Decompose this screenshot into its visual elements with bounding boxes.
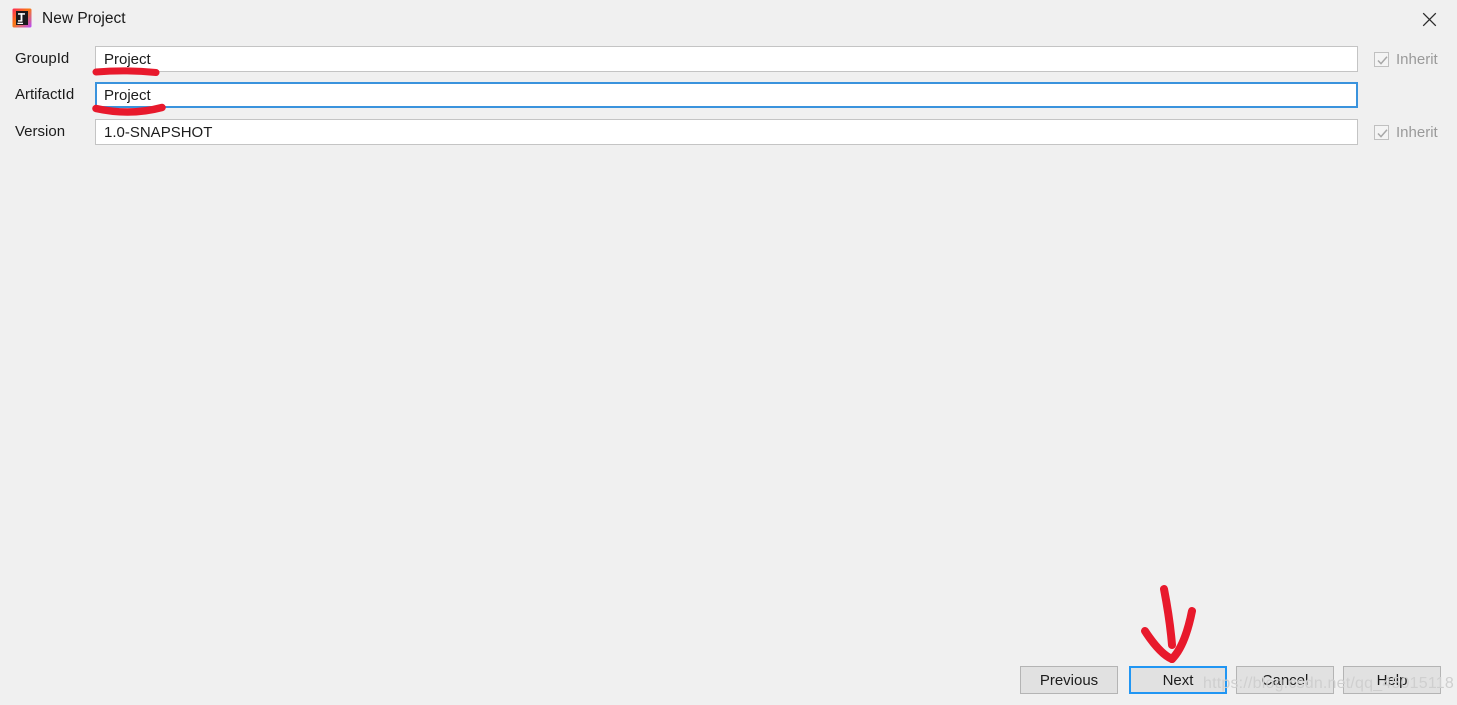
next-button[interactable]: Next	[1129, 666, 1227, 694]
title-bar: New Project	[0, 0, 1457, 38]
window-title: New Project	[42, 10, 126, 27]
version-inherit-checkbox[interactable]: Inherit	[1374, 119, 1438, 145]
artifactid-input[interactable]	[95, 82, 1358, 108]
artifactid-underline	[92, 103, 166, 116]
checkbox-checked-icon	[1374, 51, 1389, 67]
groupid-inherit-checkbox[interactable]: Inherit	[1374, 46, 1438, 72]
next-button-arrow	[1141, 585, 1196, 663]
cancel-button[interactable]: Cancel	[1236, 666, 1334, 694]
previous-button[interactable]: Previous	[1020, 666, 1118, 694]
help-button[interactable]: Help	[1343, 666, 1441, 694]
form-row-version: Version Inherit	[0, 119, 1457, 145]
close-icon	[1422, 12, 1437, 27]
artifactid-label: ArtifactId	[15, 86, 75, 103]
intellij-idea-icon	[12, 8, 32, 28]
version-label: Version	[15, 123, 66, 140]
dialog-button-bar: Previous Next Cancel Help	[0, 666, 1457, 696]
checkbox-checked-icon	[1374, 124, 1389, 140]
close-button[interactable]	[1401, 0, 1457, 38]
groupid-label: GroupId	[15, 50, 70, 67]
version-input[interactable]	[95, 119, 1358, 145]
groupid-inherit-label: Inherit	[1396, 50, 1438, 68]
form-row-groupid: GroupId Inherit	[0, 46, 1457, 72]
groupid-input[interactable]	[95, 46, 1358, 72]
form-row-artifactid: ArtifactId	[0, 82, 1457, 108]
version-inherit-label: Inherit	[1396, 123, 1438, 141]
